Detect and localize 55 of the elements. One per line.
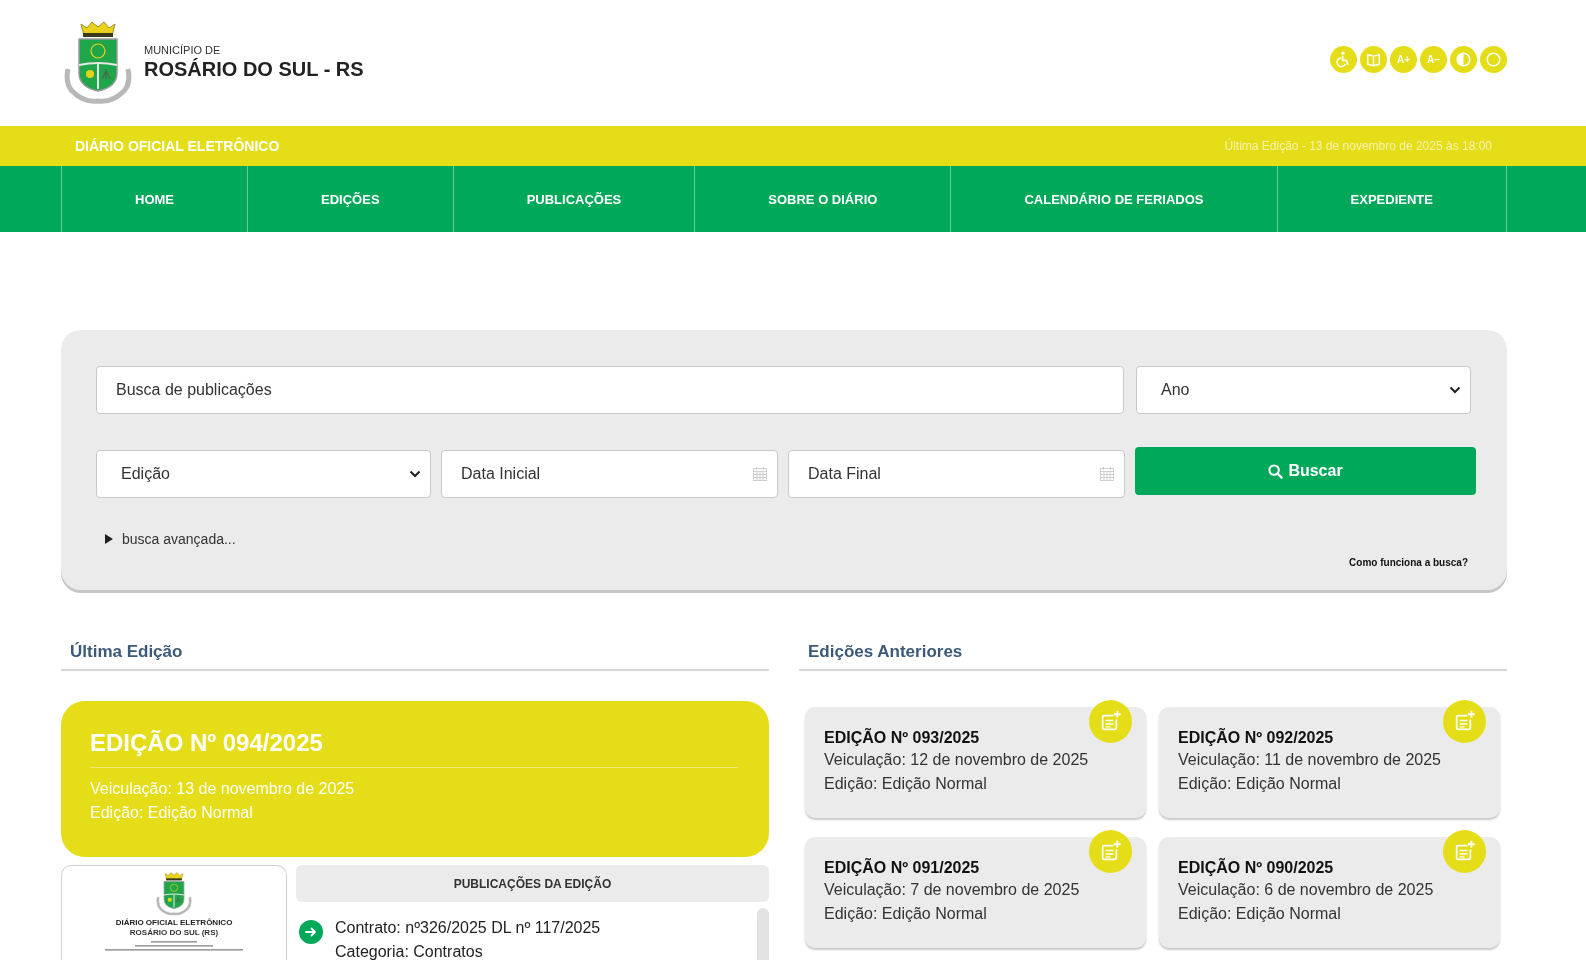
calendar-icon (1100, 467, 1114, 481)
edition-card[interactable]: EDIÇÃO Nº 092/2025 Veiculação: 11 de novembro de 2025 Edição: Edição Normal (1159, 707, 1500, 818)
coat-of-arms-logo (155, 872, 193, 916)
calendar-icon (753, 467, 767, 481)
search-icon (1268, 463, 1284, 479)
document-plus-icon[interactable] (1089, 830, 1132, 873)
document-title: DIÁRIO OFICIAL ELETRÔNICO (115, 918, 233, 928)
edition-title: EDIÇÃO Nº 093/2025 (824, 728, 981, 748)
contrast-icon[interactable] (1450, 45, 1477, 73)
publication-category: Categoria: Contratos (335, 942, 484, 960)
wheelchair-icon[interactable] (1330, 45, 1357, 73)
edition-card[interactable]: EDIÇÃO Nº 091/2025 Veiculação: 7 de novembro de 2025 Edição: Edição Normal (805, 837, 1146, 948)
chevron-down-icon (409, 470, 421, 478)
edition-select[interactable]: Edição (96, 450, 431, 498)
search-field[interactable]: Busca de publicações (96, 366, 1124, 414)
circle-icon[interactable] (1480, 45, 1507, 73)
chevron-down-icon (1449, 386, 1461, 394)
edition-type: Edição: Edição Normal (824, 904, 988, 924)
document-plus-icon[interactable] (1443, 700, 1486, 743)
section-heading: Última Edição (61, 642, 769, 671)
help-link[interactable]: Como funciona a busca? (1349, 557, 1468, 569)
year-select[interactable]: Ano (1136, 366, 1471, 414)
publication-date: Veiculação: 7 de novembro de 2025 (824, 880, 1081, 900)
edition-title: EDIÇÃO Nº 090/2025 (1178, 858, 1335, 878)
start-date-field[interactable]: Data Inicial (441, 450, 778, 498)
document-preview[interactable]: DIÁRIO OFICIAL ELETRÔNICO ROSÁRIO DO SUL (RS) (61, 865, 287, 960)
advanced-search-toggle[interactable]: busca avançada... (104, 531, 236, 547)
publication-date: Veiculação: 13 de novembro de 2025 (90, 779, 356, 799)
edition-card[interactable]: EDIÇÃO Nº 093/2025 Veiculação: 12 de novembro de 2025 Edição: Edição Normal (805, 707, 1146, 818)
edition-type: Edição: Edição Normal (1178, 904, 1342, 924)
edition-type: Edição: Edição Normal (824, 774, 988, 794)
edition-title: EDIÇÃO Nº 092/2025 (1178, 728, 1335, 748)
last-edition-text: Última Edição - 13 de novembro de 2025 às 18:00 (1224, 139, 1492, 153)
coat-of-arms-logo[interactable] (62, 21, 134, 105)
document-plus-icon[interactable] (1089, 700, 1132, 743)
book-icon[interactable] (1360, 45, 1387, 73)
end-date-field[interactable]: Data Final (788, 450, 1125, 498)
edition-card[interactable]: EDIÇÃO Nº 090/2025 Veiculação: 6 de novembro de 2025 Edição: Edição Normal (1159, 837, 1500, 948)
municipality-name: ROSÁRIO DO SUL - RS (144, 56, 364, 81)
edition-type: Edição: Edição Normal (1178, 774, 1342, 794)
publication-date: Veiculação: 6 de novembro de 2025 (1178, 880, 1435, 900)
edition-title: EDIÇÃO Nº 091/2025 (824, 858, 981, 878)
publications-heading: PUBLICAÇÕES DA EDIÇÃO (296, 865, 769, 902)
section-heading: Edições Anteriores (799, 642, 1507, 671)
banner-title: DIÁRIO OFICIAL ELETRÔNICO (75, 138, 280, 154)
document-subtitle: ROSÁRIO DO SUL (RS) (129, 928, 219, 938)
arrow-right-icon[interactable] (299, 920, 323, 944)
publication-date: Veiculação: 11 de novembro de 2025 (1178, 750, 1442, 770)
edition-type: Edição: Edição Normal (90, 803, 254, 823)
scrollbar-track[interactable] (757, 908, 769, 960)
document-plus-icon[interactable] (1443, 830, 1486, 873)
edition-title: EDIÇÃO Nº 094/2025 (90, 729, 324, 757)
publication-date: Veiculação: 12 de novembro de 2025 (824, 750, 1090, 770)
publication-title[interactable]: Contrato: nº326/2025 DL nº 117/2025 (335, 916, 601, 940)
municipality-label: MUNICÍPIO DE (144, 43, 222, 57)
